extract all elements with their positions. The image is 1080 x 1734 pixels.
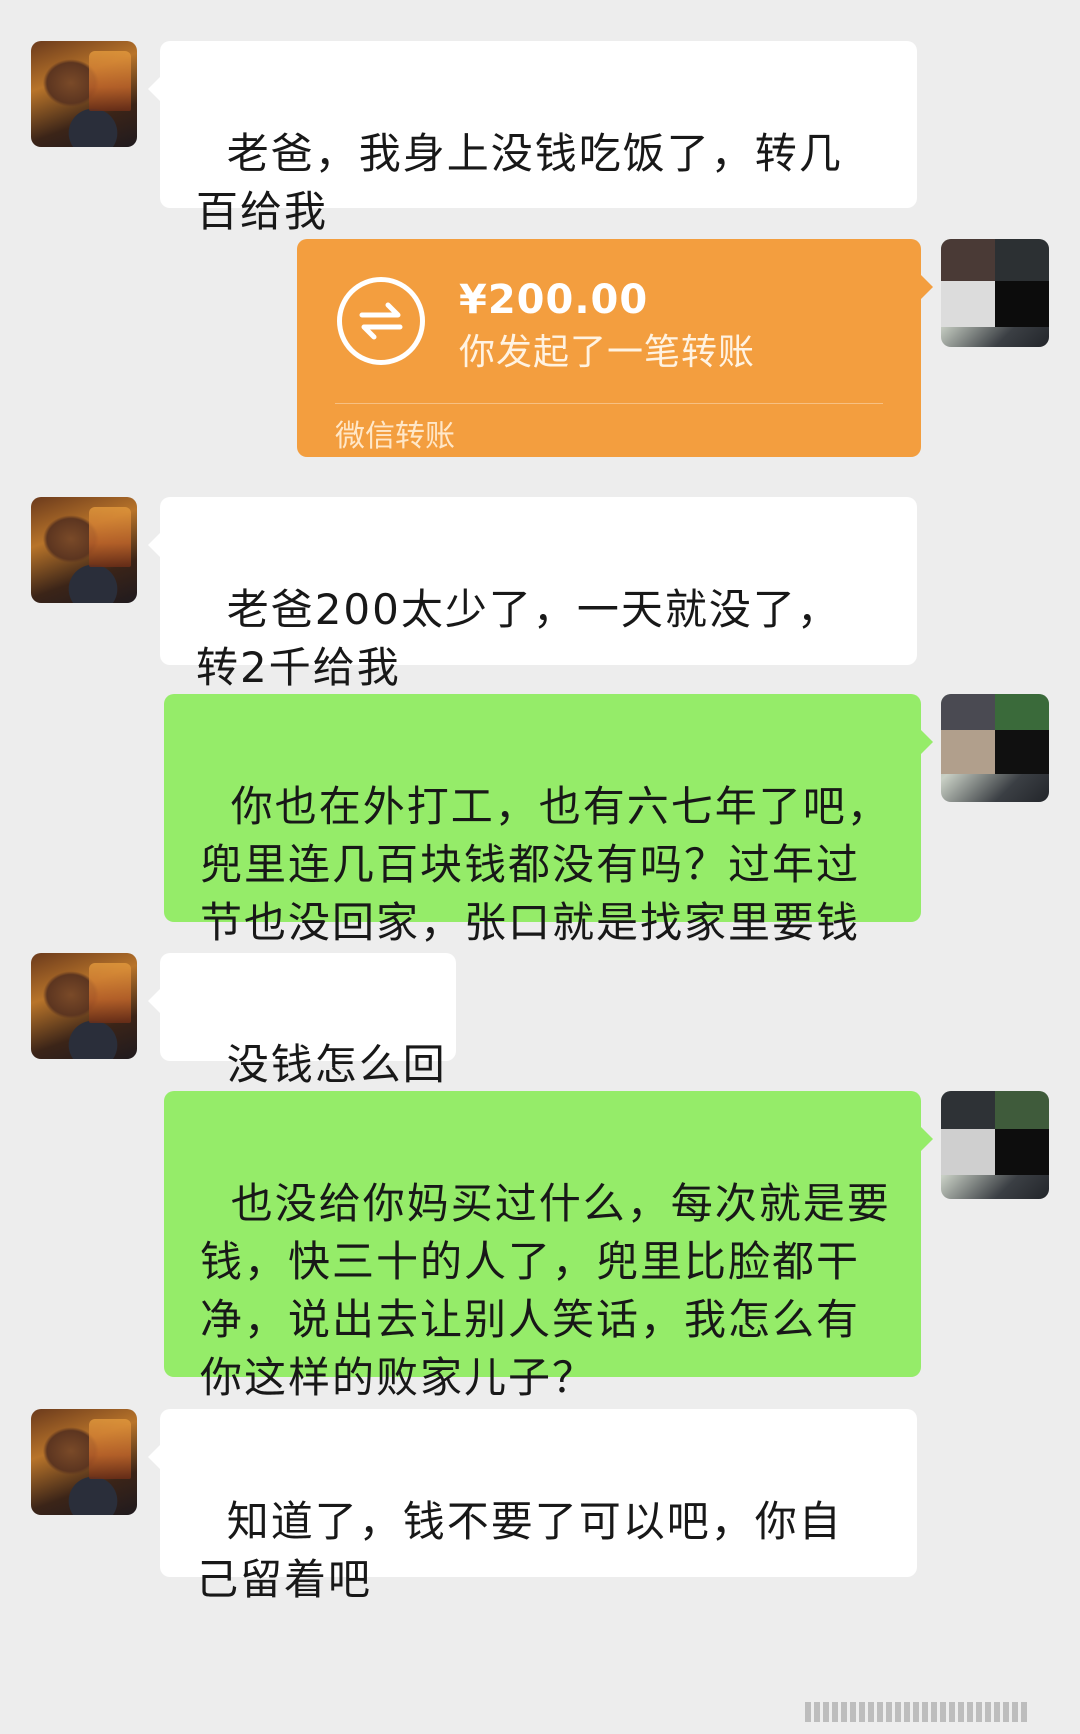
dad-message-bubble[interactable]: 也没给你妈买过什么，每次就是要钱，快三十的人了，兜里比脸都干净，说出去让别人笑话… (164, 1091, 933, 1402)
son-avatar[interactable] (31, 1409, 137, 1515)
dad-avatar[interactable] (941, 239, 1049, 347)
son-message-bubble[interactable]: 知道了，钱不要了可以吧，你自己留着吧 (148, 1409, 917, 1604)
son-avatar[interactable] (31, 497, 137, 603)
message-text: 你也在外打工，也有六七年了吧，兜里连几百块钱都没有吗？过年过节也没回家，张口就是… (200, 782, 891, 947)
message-text: 没钱怎么回 (226, 1040, 447, 1089)
son-avatar[interactable] (31, 41, 137, 147)
transfer-amount: ¥200.00 (459, 277, 649, 323)
dad-avatar[interactable] (941, 694, 1049, 802)
dad-avatar[interactable] (941, 1091, 1049, 1199)
dad-message-bubble[interactable]: 你也在外打工，也有六七年了吧，兜里连几百块钱都没有吗？过年过节也没回家，张口就是… (164, 694, 933, 947)
message-text: 老爸，我身上没钱吃饭了，转几百给我 (196, 129, 843, 236)
son-message-bubble[interactable]: 老爸200太少了，一天就没了，转2千给我 (148, 497, 917, 692)
message-text: 也没给你妈买过什么，每次就是要钱，快三十的人了，兜里比脸都干净，说出去让别人笑话… (200, 1179, 891, 1402)
transfer-divider (335, 403, 883, 404)
message-text: 知道了，钱不要了可以吧，你自己留着吧 (196, 1497, 843, 1604)
message-text: 老爸200太少了，一天就没了，转2千给我 (196, 585, 841, 692)
son-message-bubble[interactable]: 老爸，我身上没钱吃饭了，转几百给我 (148, 41, 917, 236)
son-message-bubble[interactable]: 没钱怎么回 (148, 953, 456, 1089)
transfer-description: 你发起了一笔转账 (459, 332, 756, 373)
transfer-arrows-icon (337, 277, 425, 365)
watermark (805, 1702, 1060, 1726)
transfer-footer-label: 微信转账 (335, 419, 455, 454)
son-avatar[interactable] (31, 953, 137, 1059)
transfer-card[interactable]: ¥200.00 你发起了一笔转账 微信转账 (297, 239, 933, 457)
